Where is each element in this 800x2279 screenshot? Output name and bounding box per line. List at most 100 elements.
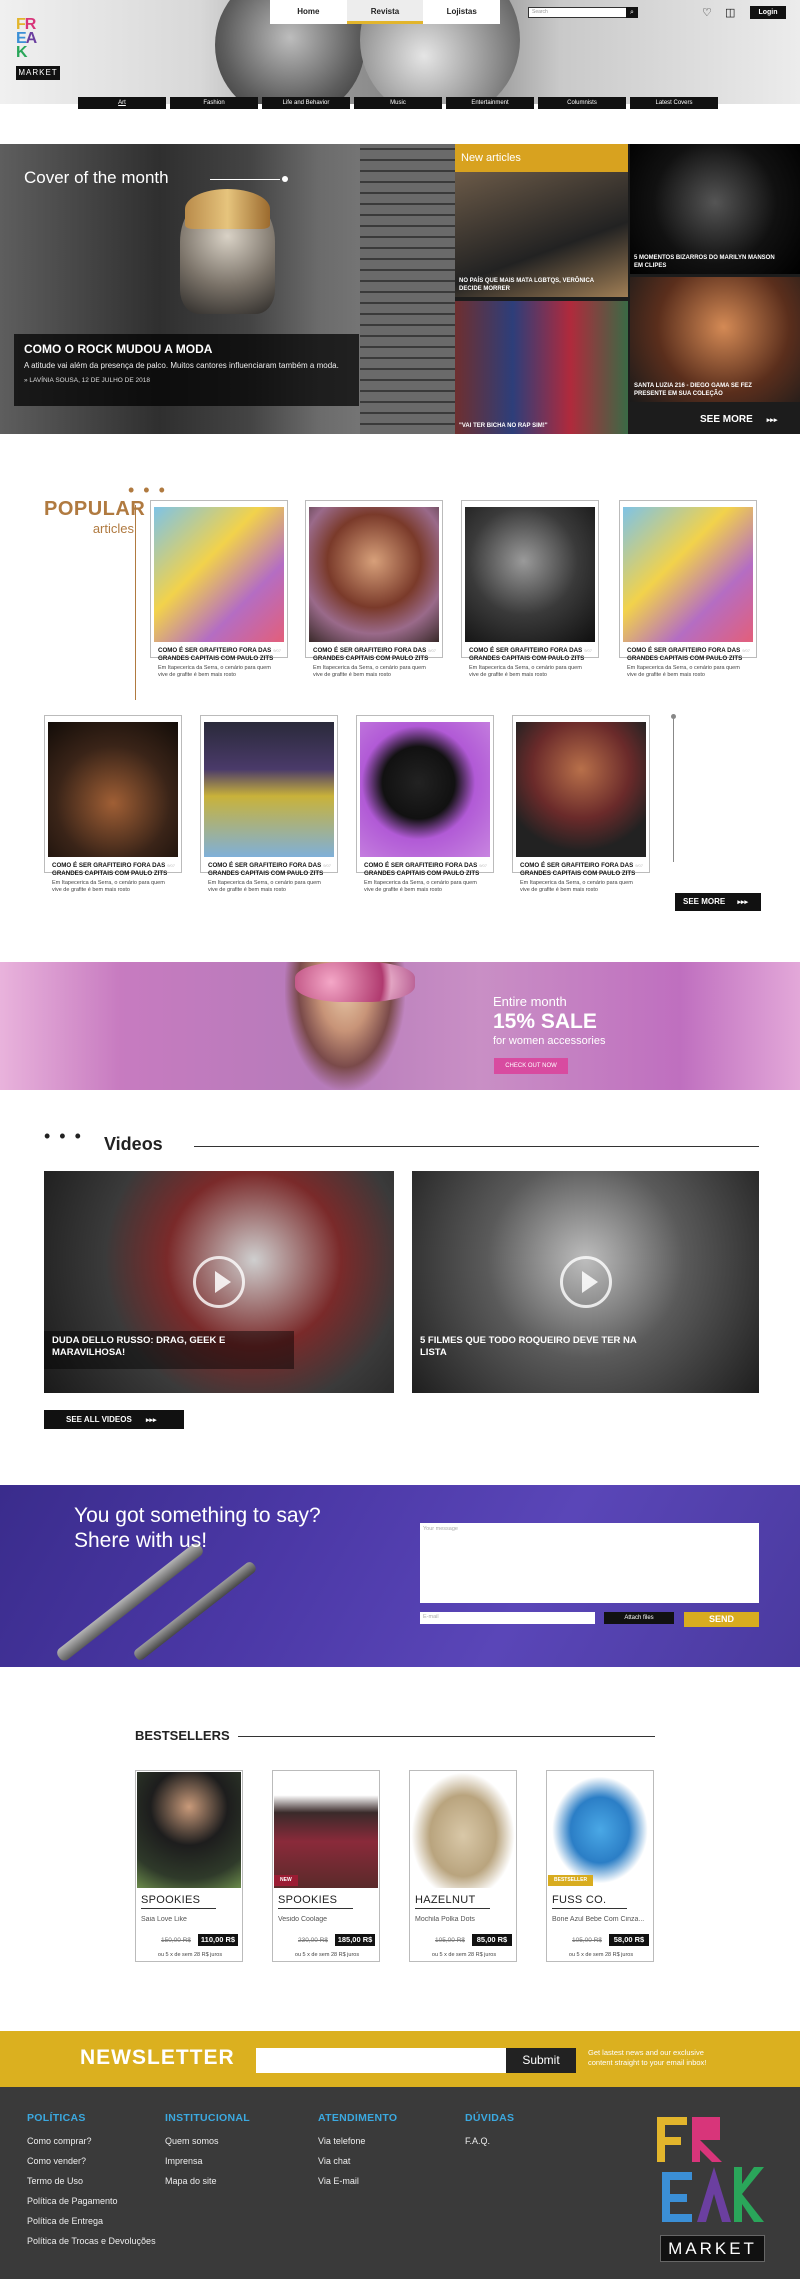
newsletter-bar: NEWSLETTER Submit Get lastest news and o… <box>0 2031 800 2087</box>
product-card[interactable]: SPOOKIES Saia Love Like 150,00 R$ 110,00… <box>135 1770 243 1962</box>
popular-subtitle: articles <box>92 521 134 536</box>
category-art[interactable]: Art <box>78 97 166 109</box>
product-old-price: 105,00 R$ <box>572 1937 602 1944</box>
article-card[interactable]: COMO É SER GRAFITEIRO FORA DAS GRANDES C… <box>512 715 650 893</box>
see-more-articles-button[interactable]: SEE MORE ▸▸▸ <box>700 414 777 425</box>
bestsellers-title: BESTSELLERS <box>135 1728 230 1743</box>
see-all-videos-button[interactable]: SEE ALL VIDEOS ▸▸▸ <box>44 1410 184 1429</box>
see-more-popular-button[interactable]: SEE MORE ▸▸▸ <box>675 893 761 911</box>
videos-divider <box>194 1146 759 1147</box>
product-card[interactable]: BESTSELLER FUSS CO. Bone Azul Bebe Com C… <box>546 1770 654 1962</box>
category-music[interactable]: Music <box>354 97 442 109</box>
product-divider <box>552 1908 627 1909</box>
article-excerpt: Em Itapecerica da Serra, o cenário para … <box>52 880 165 893</box>
article-card[interactable]: COMO É SER GRAFITEIRO FORA DAS GRANDES C… <box>356 715 494 893</box>
videos-title: Videos <box>104 1134 163 1154</box>
footer-link[interactable]: F.A.Q. <box>465 2136 514 2146</box>
cover-of-month[interactable]: Cover of the month COMO O ROCK MUDOU A M… <box>0 144 455 434</box>
bestseller-badge: BESTSELLER <box>548 1875 594 1886</box>
contact-section: You got something to say? Shere with us!… <box>0 1485 800 1667</box>
play-icon[interactable] <box>559 1256 612 1308</box>
email-field[interactable]: E-mail <box>420 1612 595 1624</box>
footer-link[interactable]: Quem somos <box>165 2136 250 2146</box>
videos-dots: • • • <box>44 1126 83 1146</box>
check-out-button[interactable]: CHECK OUT NOW <box>494 1058 568 1074</box>
video-card-1[interactable]: DUDA DELLO RUSSO: DRAG, GEEK E MARAVILHO… <box>44 1171 394 1393</box>
product-card[interactable]: HAZELNUT Mochila Polka Dots 105,00 R$ 85… <box>409 1770 517 1962</box>
bag-icon[interactable]: ◫ <box>725 6 735 19</box>
article-excerpt: Em Itapecerica da Serra, o cenário para … <box>158 665 271 678</box>
footer-column-duvidas: DÚVIDAS F.A.Q. <box>465 2112 514 2156</box>
category-life[interactable]: Life and Behavior <box>262 97 350 109</box>
cover-dot <box>282 176 288 182</box>
cover-title[interactable]: COMO O ROCK MUDOU A MODA <box>24 342 349 356</box>
new-article-1[interactable]: NO PAÍS QUE MAIS MATA LGBTQS, VERÔNICA D… <box>455 172 628 297</box>
article-image <box>204 722 334 857</box>
article-card[interactable]: COMO É SER GRAFITEIRO FORA DAS GRANDES C… <box>461 500 599 678</box>
promo-banner[interactable]: Entire month 15% SALE for women accessor… <box>0 962 800 1090</box>
category-latest-covers[interactable]: Latest Covers <box>630 97 718 109</box>
new-article-3[interactable]: "VAI TER BICHA NO RAP SIM!" <box>455 301 628 434</box>
product-image <box>274 1772 378 1888</box>
logo[interactable]: FR EA K MARKET <box>16 17 60 82</box>
footer-link[interactable]: Via telefone <box>318 2136 397 2146</box>
popular-divider <box>135 505 136 700</box>
product-installments: ou 5 x de sem 28 R$ juros <box>157 1952 223 1958</box>
article-card[interactable]: COMO É SER GRAFITEIRO FORA DAS GRANDES C… <box>200 715 338 893</box>
newsletter-email-input[interactable] <box>256 2048 506 2073</box>
article-date: 9/07 <box>323 863 331 868</box>
category-fashion[interactable]: Fashion <box>170 97 258 109</box>
play-icon[interactable] <box>193 1256 245 1308</box>
article-card[interactable]: COMO É SER GRAFITEIRO FORA DAS GRANDES C… <box>44 715 182 893</box>
nav-lojistas[interactable]: Lojistas <box>423 0 500 24</box>
footer-column-politicas: POLÍTICAS Como comprar? Como vender? Ter… <box>27 2112 156 2256</box>
article-excerpt: Em Itapecerica da Serra, o cenário para … <box>364 880 477 893</box>
article-card[interactable]: COMO É SER GRAFITEIRO FORA DAS GRANDES C… <box>150 500 288 678</box>
header-banner: FR EA K MARKET Home Revista Lojistas Sea… <box>0 0 800 104</box>
new-article-4[interactable]: SANTA LUZIA 216 - DIEGO GAMA SE FEZ PRES… <box>630 277 800 402</box>
article-card[interactable]: COMO É SER GRAFITEIRO FORA DAS GRANDES C… <box>619 500 757 678</box>
article-card[interactable]: COMO É SER GRAFITEIRO FORA DAS GRANDES C… <box>305 500 443 678</box>
product-name: Bone Azul Bebe Com Cinza... <box>552 1916 645 1923</box>
article-excerpt: Em Itapecerica da Serra, o cenário para … <box>313 665 426 678</box>
footer-link[interactable]: Política de Trocas e Devoluções <box>27 2236 156 2246</box>
footer-link[interactable]: Imprensa <box>165 2156 250 2166</box>
cover-divider <box>210 179 280 180</box>
category-entertainment[interactable]: Entertainment <box>446 97 534 109</box>
article-title: COMO É SER GRAFITEIRO FORA DAS GRANDES C… <box>364 862 480 877</box>
footer-link[interactable]: Política de Entrega <box>27 2216 156 2226</box>
footer-link[interactable]: Via chat <box>318 2156 397 2166</box>
footer-link[interactable]: Como comprar? <box>27 2136 156 2146</box>
product-name: Saia Love Like <box>141 1916 187 1923</box>
new-article-title: SANTA LUZIA 216 - DIEGO GAMA SE FEZ PRES… <box>634 383 752 397</box>
product-price: 110,00 R$ <box>198 1934 238 1946</box>
top-nav: Home Revista Lojistas <box>270 0 500 24</box>
footer-link[interactable]: Via E-mail <box>318 2176 397 2186</box>
footer-logo[interactable]: MARKET <box>652 2112 772 2262</box>
login-button[interactable]: Login <box>750 6 786 19</box>
footer-link[interactable]: Mapa do site <box>165 2176 250 2186</box>
cover-caption: COMO O ROCK MUDOU A MODA A atitude vai a… <box>14 334 359 406</box>
footer-heading: DÚVIDAS <box>465 2112 515 2124</box>
attach-files-button[interactable]: Attach files <box>604 1612 674 1624</box>
product-card[interactable]: NEW SPOOKIES Vesido Coolage 230,00 R$ 18… <box>272 1770 380 1962</box>
new-article-title: 5 MOMENTOS BIZARROS DO MARILYN MANSON EM… <box>634 255 775 269</box>
video-card-2[interactable]: 5 FILMES QUE TODO ROQUEIRO DEVE TER NA L… <box>412 1171 759 1393</box>
search-icon[interactable]: ⌕ <box>626 7 638 18</box>
footer-link[interactable]: Termo de Uso <box>27 2176 156 2186</box>
footer-logo-mark <box>657 2117 764 2222</box>
category-columnists[interactable]: Columnists <box>538 97 626 109</box>
footer-link[interactable]: Política de Pagamento <box>27 2196 156 2206</box>
footer-link[interactable]: Como vender? <box>27 2156 156 2166</box>
search-input[interactable]: Search <box>528 7 638 18</box>
heart-icon[interactable]: ♡ <box>702 6 712 19</box>
nav-home[interactable]: Home <box>270 0 347 24</box>
new-badge: NEW <box>274 1875 298 1886</box>
send-button[interactable]: SEND <box>684 1612 759 1627</box>
newsletter-submit-button[interactable]: Submit <box>506 2048 576 2073</box>
nav-revista[interactable]: Revista <box>346 0 424 24</box>
hero-section: Cover of the month COMO O ROCK MUDOU A M… <box>0 144 800 434</box>
message-textarea[interactable]: Your message <box>420 1523 759 1603</box>
cover-author: » LAVÍNIA SOUSA, 12 DE JULHO DE 2018 <box>24 377 150 384</box>
new-article-2[interactable]: 5 MOMENTOS BIZARROS DO MARILYN MANSON EM… <box>630 144 800 274</box>
